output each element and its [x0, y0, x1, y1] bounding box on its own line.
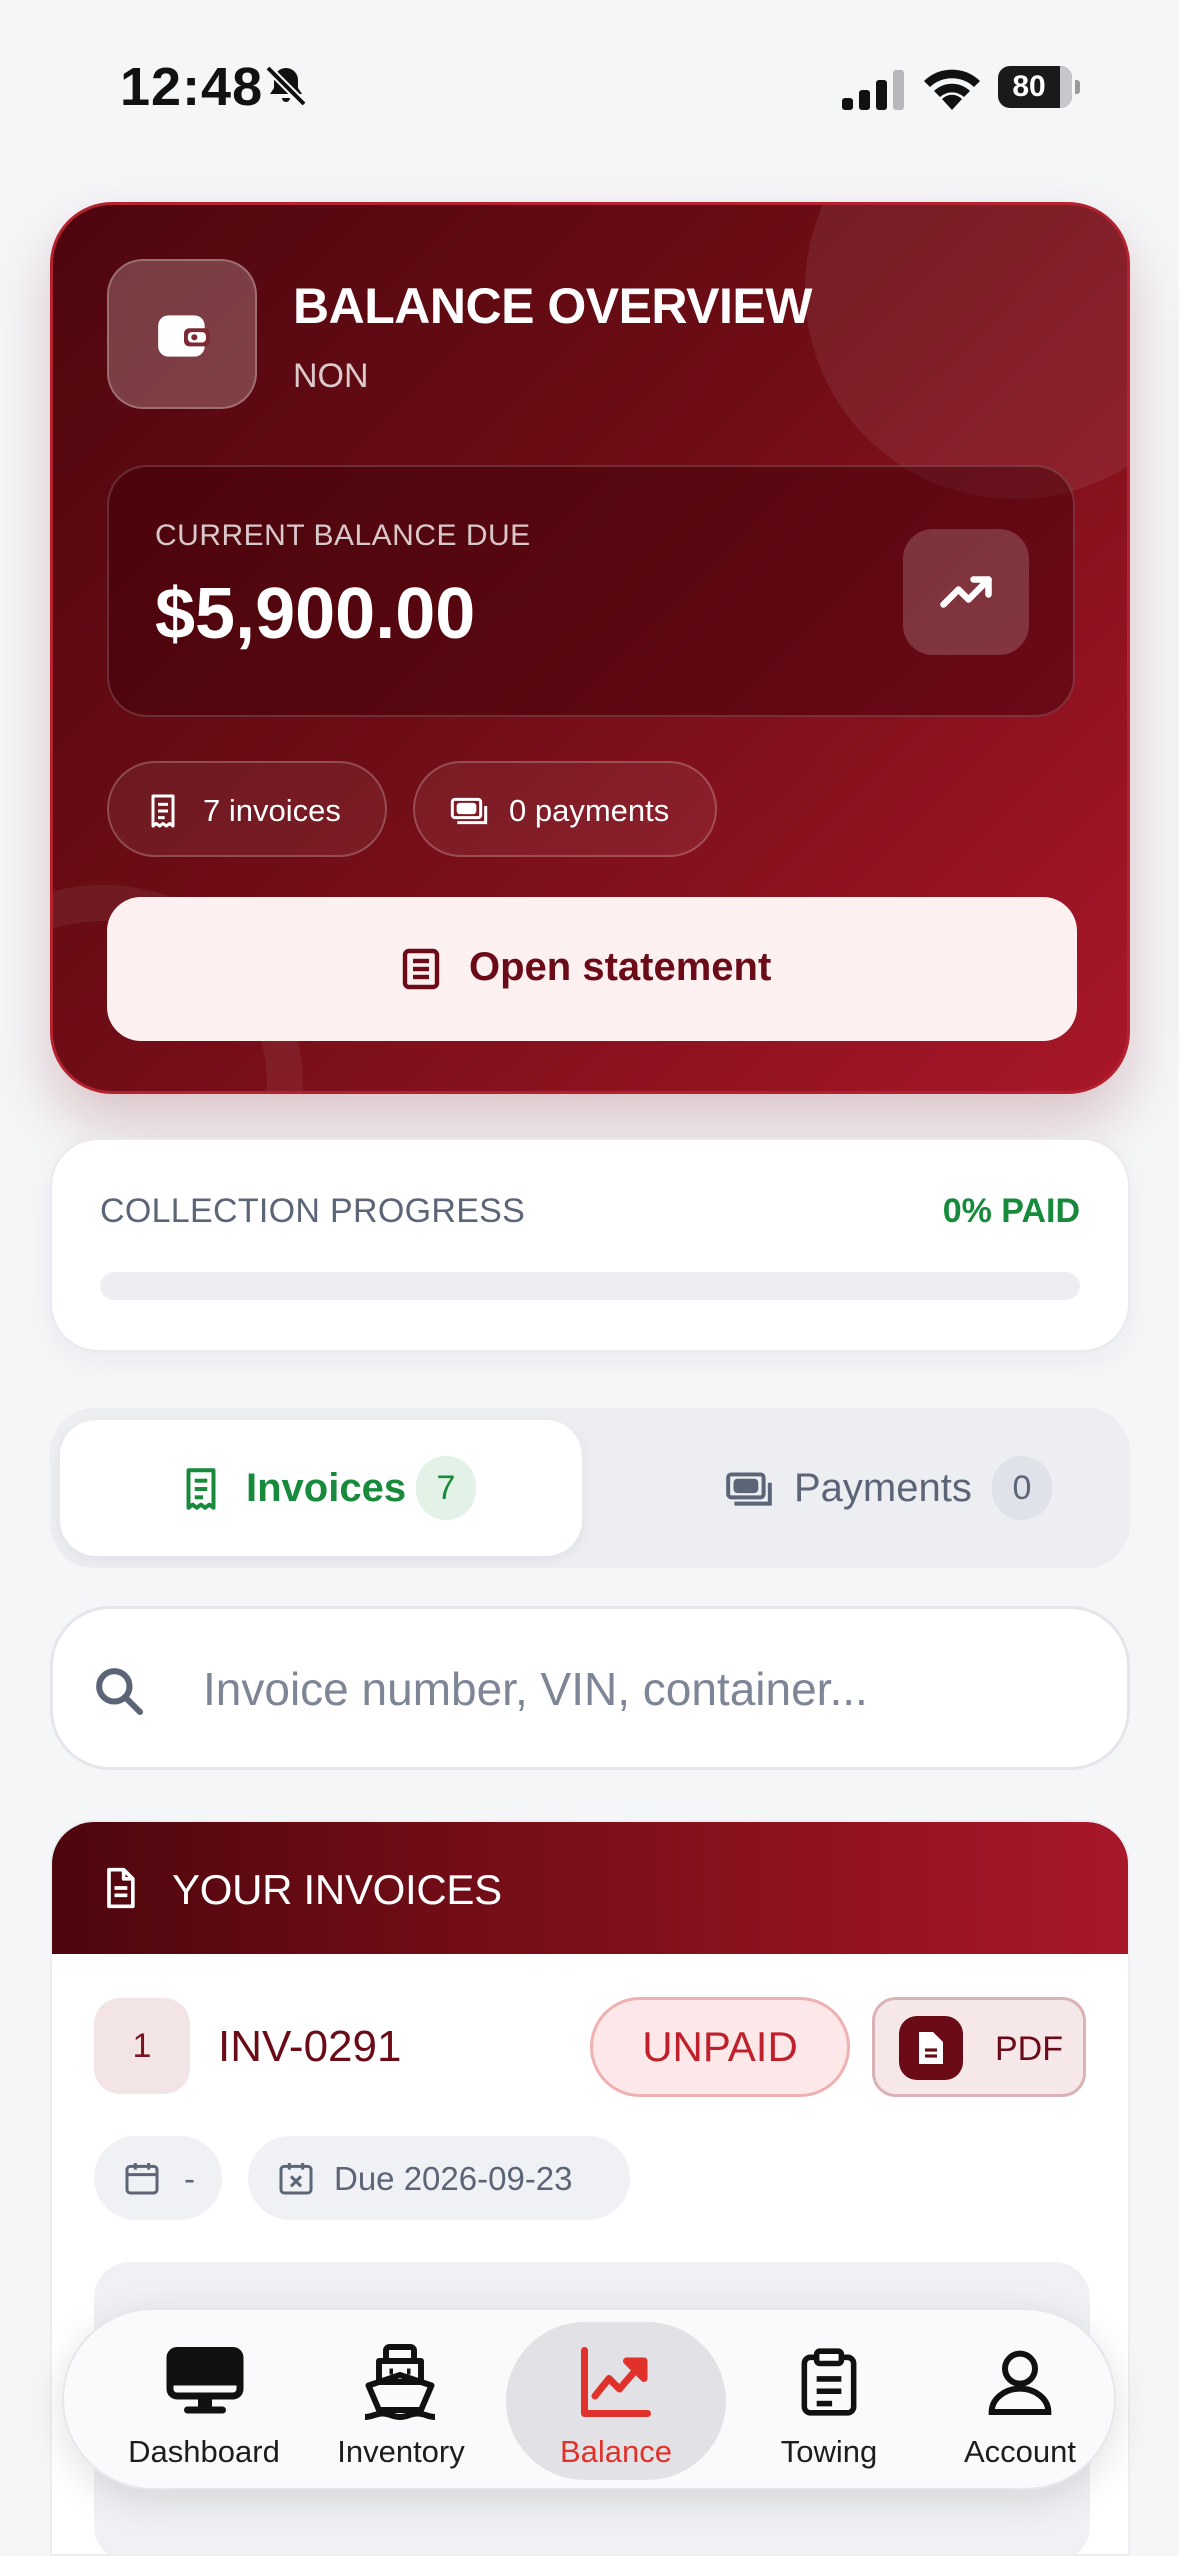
banknote-icon: [450, 797, 488, 825]
payments-count-chip: 0 payments: [413, 761, 717, 857]
status-time: 12:48: [120, 57, 264, 117]
clipboard-icon: [801, 2348, 857, 2416]
invoice-payment-tabs: Invoices 7 Payments 0: [50, 1408, 1130, 1568]
tab-invoices-label: Invoices: [246, 1466, 407, 1510]
ship-icon: [364, 2344, 436, 2420]
invoices-header: YOUR INVOICES: [52, 1822, 1128, 1954]
open-statement-label: Open statement: [469, 945, 772, 989]
collection-progress-label: COLLECTION PROGRESS: [100, 1192, 526, 1230]
battery-level: 80: [1012, 70, 1046, 103]
chart-line-icon: [581, 2347, 651, 2417]
issued-date: -: [184, 2160, 195, 2197]
balance-due-amount: $5,900.00: [155, 574, 476, 654]
invoices-count-chip: 7 invoices: [107, 761, 387, 857]
file-icon: [919, 2032, 943, 2064]
due-date-chip: Due 2026-09-23: [248, 2136, 630, 2220]
invoice-index: 1: [94, 1998, 190, 2094]
calendar-x-icon: [279, 2163, 313, 2195]
tab-payments-count: 0: [992, 1456, 1052, 1520]
wifi-icon: [924, 69, 980, 110]
tab-invoices[interactable]: Invoices 7: [60, 1420, 582, 1556]
balance-overview-card: BALANCE OVERVIEW NON CURRENT BALANCE DUE…: [50, 202, 1130, 1094]
receipt-icon: [186, 1468, 216, 1510]
bell-slash-icon: [265, 65, 307, 107]
tabbar-balance-label: Balance: [559, 2434, 673, 2469]
cellular-signal-icon: [842, 70, 904, 110]
due-date: Due 2026-09-23: [334, 2160, 573, 2197]
tabbar-inventory[interactable]: Inventory: [312, 2322, 490, 2480]
bottom-tab-bar: Dashboard Inventory Balance Towing Accou…: [62, 2308, 1116, 2490]
tabbar-account-label: Account: [963, 2434, 1076, 2469]
issued-date-chip: -: [94, 2136, 222, 2220]
trend-badge: [903, 529, 1029, 655]
collection-progress-card: COLLECTION PROGRESS 0% PAID: [50, 1138, 1130, 1352]
collection-progress-bar: [100, 1272, 1080, 1300]
balance-due-label: CURRENT BALANCE DUE: [155, 519, 531, 552]
payments-count-text: 0 payments: [509, 793, 670, 828]
trending-up-icon: [940, 576, 992, 608]
banknote-icon: [726, 1472, 772, 1506]
search-input[interactable]: [203, 1649, 1083, 1729]
download-pdf-button[interactable]: PDF: [872, 1997, 1086, 2097]
wallet-badge: [107, 259, 257, 409]
file-text-icon: [107, 1867, 135, 1909]
tabbar-dashboard-label: Dashboard: [128, 2434, 280, 2469]
tabbar-dashboard[interactable]: Dashboard: [104, 2322, 304, 2480]
balance-due-box: CURRENT BALANCE DUE $5,900.00: [107, 465, 1075, 717]
search-icon: [96, 1668, 144, 1716]
invoice-number: INV-0291: [218, 2022, 402, 2071]
person-icon: [988, 2350, 1052, 2415]
invoices-header-title: YOUR INVOICES: [172, 1866, 502, 1913]
tab-invoices-count: 7: [416, 1456, 476, 1520]
battery-indicator: 80: [998, 66, 1080, 108]
pdf-icon-box: [899, 2016, 963, 2080]
calendar-icon: [125, 2163, 159, 2195]
tabbar-towing[interactable]: Towing: [736, 2322, 922, 2480]
status-badge: UNPAID: [590, 1997, 850, 2097]
open-statement-button[interactable]: Open statement: [107, 897, 1077, 1041]
document-icon: [402, 948, 440, 990]
tabbar-account[interactable]: Account: [922, 2322, 1118, 2480]
tabbar-towing-label: Towing: [780, 2434, 878, 2469]
tab-payments[interactable]: Payments 0: [588, 1420, 1120, 1556]
receipt-icon: [151, 794, 175, 828]
status-bar: 12:48 80: [0, 0, 1179, 175]
pdf-label: PDF: [995, 2030, 1063, 2068]
tab-payments-label: Payments: [794, 1466, 972, 1510]
invoices-count-text: 7 invoices: [203, 793, 341, 828]
tabbar-inventory-label: Inventory: [337, 2434, 465, 2469]
monitor-icon: [166, 2347, 244, 2414]
tabbar-balance[interactable]: Balance: [506, 2322, 726, 2480]
card-title: BALANCE OVERVIEW: [293, 278, 812, 334]
decorative-circle: [805, 205, 1127, 499]
account-name: NON: [293, 357, 369, 395]
wallet-icon: [158, 315, 210, 357]
collection-progress-value: 0% PAID: [942, 1192, 1080, 1230]
invoice-search-box: [50, 1606, 1130, 1770]
